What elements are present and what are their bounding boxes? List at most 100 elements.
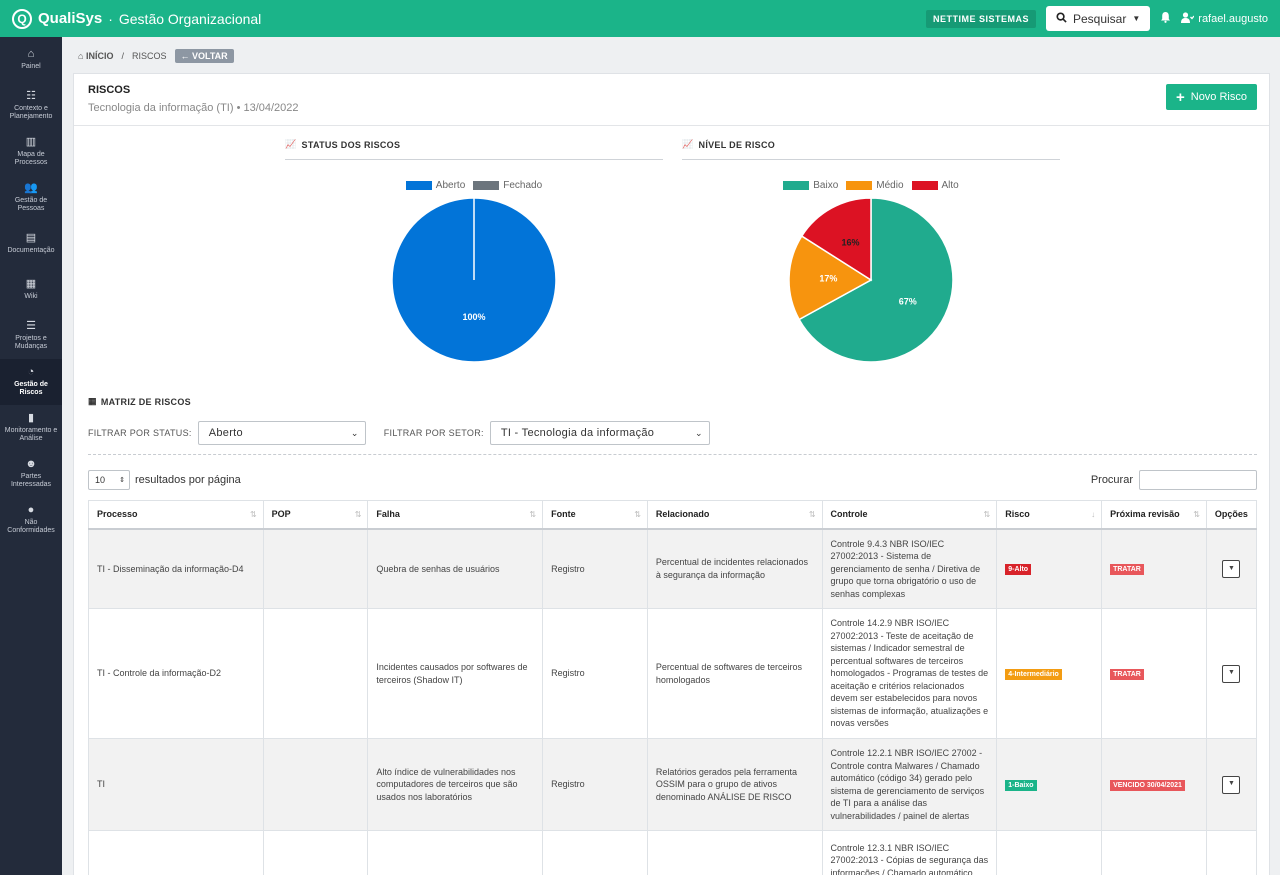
table-row[interactable]: TI - Disseminação da informação-D4 Quebra… [88,528,1258,609]
map-icon: ▥ [25,136,37,148]
sort-icon: ⇅ [1193,510,1200,519]
sector-filter-select[interactable]: TI - Tecnologia da informação ⌄ [489,421,710,445]
users-icon: 👥 [24,182,38,194]
cell-fonte: Registro [542,528,648,609]
sidebar-item-tasks[interactable]: ☰ Projetos e Mudanças [0,313,62,359]
column-header[interactable]: Próxima revisão ⇅ [1101,500,1207,530]
cell-risco: 1-Baixo [996,738,1103,831]
sector-filter-value: TI - Tecnologia da informação [500,427,655,439]
column-header[interactable]: Opções [1205,500,1258,530]
column-header[interactable]: Fonte ⇅ [542,500,648,530]
back-button[interactable]: ← VOLTAR [174,49,234,63]
options-dropdown-button[interactable]: ▼ [1222,664,1241,683]
sidebar-item-stakeholders[interactable]: ☻ Partes Interessadas [0,451,62,497]
column-header[interactable]: Relacionado ⇅ [646,500,823,530]
sidebar-item-map[interactable]: ▥ Mapa de Processos [0,129,62,175]
column-header[interactable]: Risco ↓ [996,500,1103,530]
new-risk-button[interactable]: + Novo Risco [1165,84,1257,110]
company-badge[interactable]: NETTIME SISTEMAS [925,9,1036,28]
filters: FILTRAR POR STATUS: Aberto ⌄ FILTRAR POR… [88,421,710,445]
status-chart-title: STATUS DOS RISCOS [301,139,401,150]
legend-item[interactable]: Aberto [405,180,465,191]
column-header[interactable]: Processo ⇅ [88,500,264,530]
page-subtitle: Tecnologia da informação (TI) • 13/04/20… [88,102,299,114]
risk-level-chart-header: 📈 NÍVEL DE RISCO [682,138,1060,160]
home-icon: ⌂ [78,51,84,61]
table-row[interactable]: TI - Controle da informação-D2 Incidentes… [88,608,1258,739]
cell-processo [88,830,264,875]
page-length-value: 10 [95,475,106,485]
filter-status-label: FILTRAR POR STATUS: [88,428,192,438]
brand[interactable]: Q QualiSys · Gestão Organizacional [12,8,262,29]
column-header[interactable]: Controle ⇅ [821,500,998,530]
cell-falha: Quebra de senhas de usuários [367,528,544,609]
options-dropdown-button[interactable]: ▼ [1222,775,1241,794]
sidebar-item-users[interactable]: 👥 Gestão de Pessoas [0,175,62,221]
table-row[interactable]: Controle 12.3.1 NBR ISO/IEC 27002:2013 -… [88,830,1258,875]
legend-item[interactable]: Baixo [783,180,838,191]
legend-swatch [473,181,500,190]
bar-chart-icon: ▮ [27,412,35,424]
status-filter-select[interactable]: Aberto ⌄ [197,421,366,445]
sidebar-item-document[interactable]: ▤ Documentação [0,221,62,267]
brand-separator: · [108,10,113,27]
sidebar-item-label: Projetos e Mudanças [14,335,48,350]
main-content: ⌂ INÍCIO / RISCOS ← VOLTAR RISCOS Tecnol… [62,37,1280,875]
risks-card: RISCOS Tecnologia da informação (TI) • 1… [73,73,1270,875]
column-header-label: Opções [1214,509,1248,520]
cell-opcoes: ▼ [1205,738,1258,831]
legend-item[interactable]: Fechado [473,180,542,191]
risk-level-pie: 67% 17% 16% [788,197,954,363]
legend-item[interactable]: Alto [911,180,959,191]
document-icon: ▤ [25,232,37,244]
sidebar-item-bar-chart[interactable]: ▮ Monitoramento e Análise [0,405,62,451]
alert-icon: ● [27,504,35,516]
page-length-select[interactable]: 10 ⇕ [88,470,130,490]
wiki-icon: ▦ [25,278,37,290]
sidebar-item-alert[interactable]: ● Não Conformidades [0,497,62,543]
sidebar-item-wiki[interactable]: ▦ Wiki [0,267,62,313]
column-header-label: Risco [1005,509,1030,520]
filter-sector-label: FILTRAR POR SETOR: [383,428,484,438]
table-row[interactable]: TI Alto índice de vulnerabilidades nos co… [88,738,1258,831]
legend-label: Médio [876,180,904,191]
legend-label: Baixo [813,180,839,191]
sort-icon: ⇅ [634,510,641,519]
breadcrumb: ⌂ INÍCIO / RISCOS ← VOLTAR [78,49,234,63]
sitemap-icon: ☷ [26,90,36,102]
table-search-input[interactable] [1139,470,1257,490]
legend-item[interactable]: Médio [846,180,904,191]
module-name: Gestão Organizacional [118,10,262,27]
cell-revisao: TRATAR [1101,608,1207,739]
legend-swatch [846,181,873,190]
sidebar-item-home[interactable]: ⌂ Painel [0,37,62,83]
cell-opcoes: ▼ [1205,608,1258,739]
table-search-label: Procurar [1090,474,1133,486]
sidebar-item-label: Wiki [24,293,38,300]
breadcrumb-current: RISCOS [131,51,167,61]
user-menu[interactable]: rafael.augusto [1181,11,1268,26]
search-dropdown-button[interactable]: Pesquisar ▼ [1045,6,1151,31]
sidebar-item-label: Monitoramento e Análise [4,427,58,442]
new-risk-label: Novo Risco [1190,91,1247,103]
options-dropdown-button[interactable]: ▼ [1222,559,1241,578]
status-chart: 📈 STATUS DOS RISCOS Aberto Fechado 100% [285,138,663,378]
sidebar-item-gauge[interactable]: ◔ Gestão de Riscos [0,359,62,405]
column-header-label: POP [271,509,291,520]
review-status-badge: TRATAR [1110,669,1144,680]
risk-level-badge: 4-Intermediário [1005,669,1062,680]
sidebar-item-sitemap[interactable]: ☷ Contexto e Planejamento [0,83,62,129]
bell-icon[interactable] [1160,11,1171,26]
sidebar-item-label: Gestão de Pessoas [14,197,48,212]
table-header-row: Processo ⇅ POP ⇅ Falha ⇅ Fonte ⇅ Relacionado ⇅ Con… [88,500,1258,530]
column-header[interactable]: POP ⇅ [262,500,369,530]
back-button-label: VOLTAR [192,51,228,61]
breadcrumb-separator: / [121,51,124,61]
cell-opcoes: ▼ [1205,528,1258,609]
pie-data-label: 16% [841,238,859,248]
table-body: TI - Disseminação da informação-D4 Quebra… [88,528,1258,875]
cell-risco: 9-Alto [996,528,1103,609]
column-header[interactable]: Falha ⇅ [367,500,544,530]
chart-icon: 📈 [682,139,694,149]
breadcrumb-home[interactable]: ⌂ INÍCIO [78,51,113,61]
